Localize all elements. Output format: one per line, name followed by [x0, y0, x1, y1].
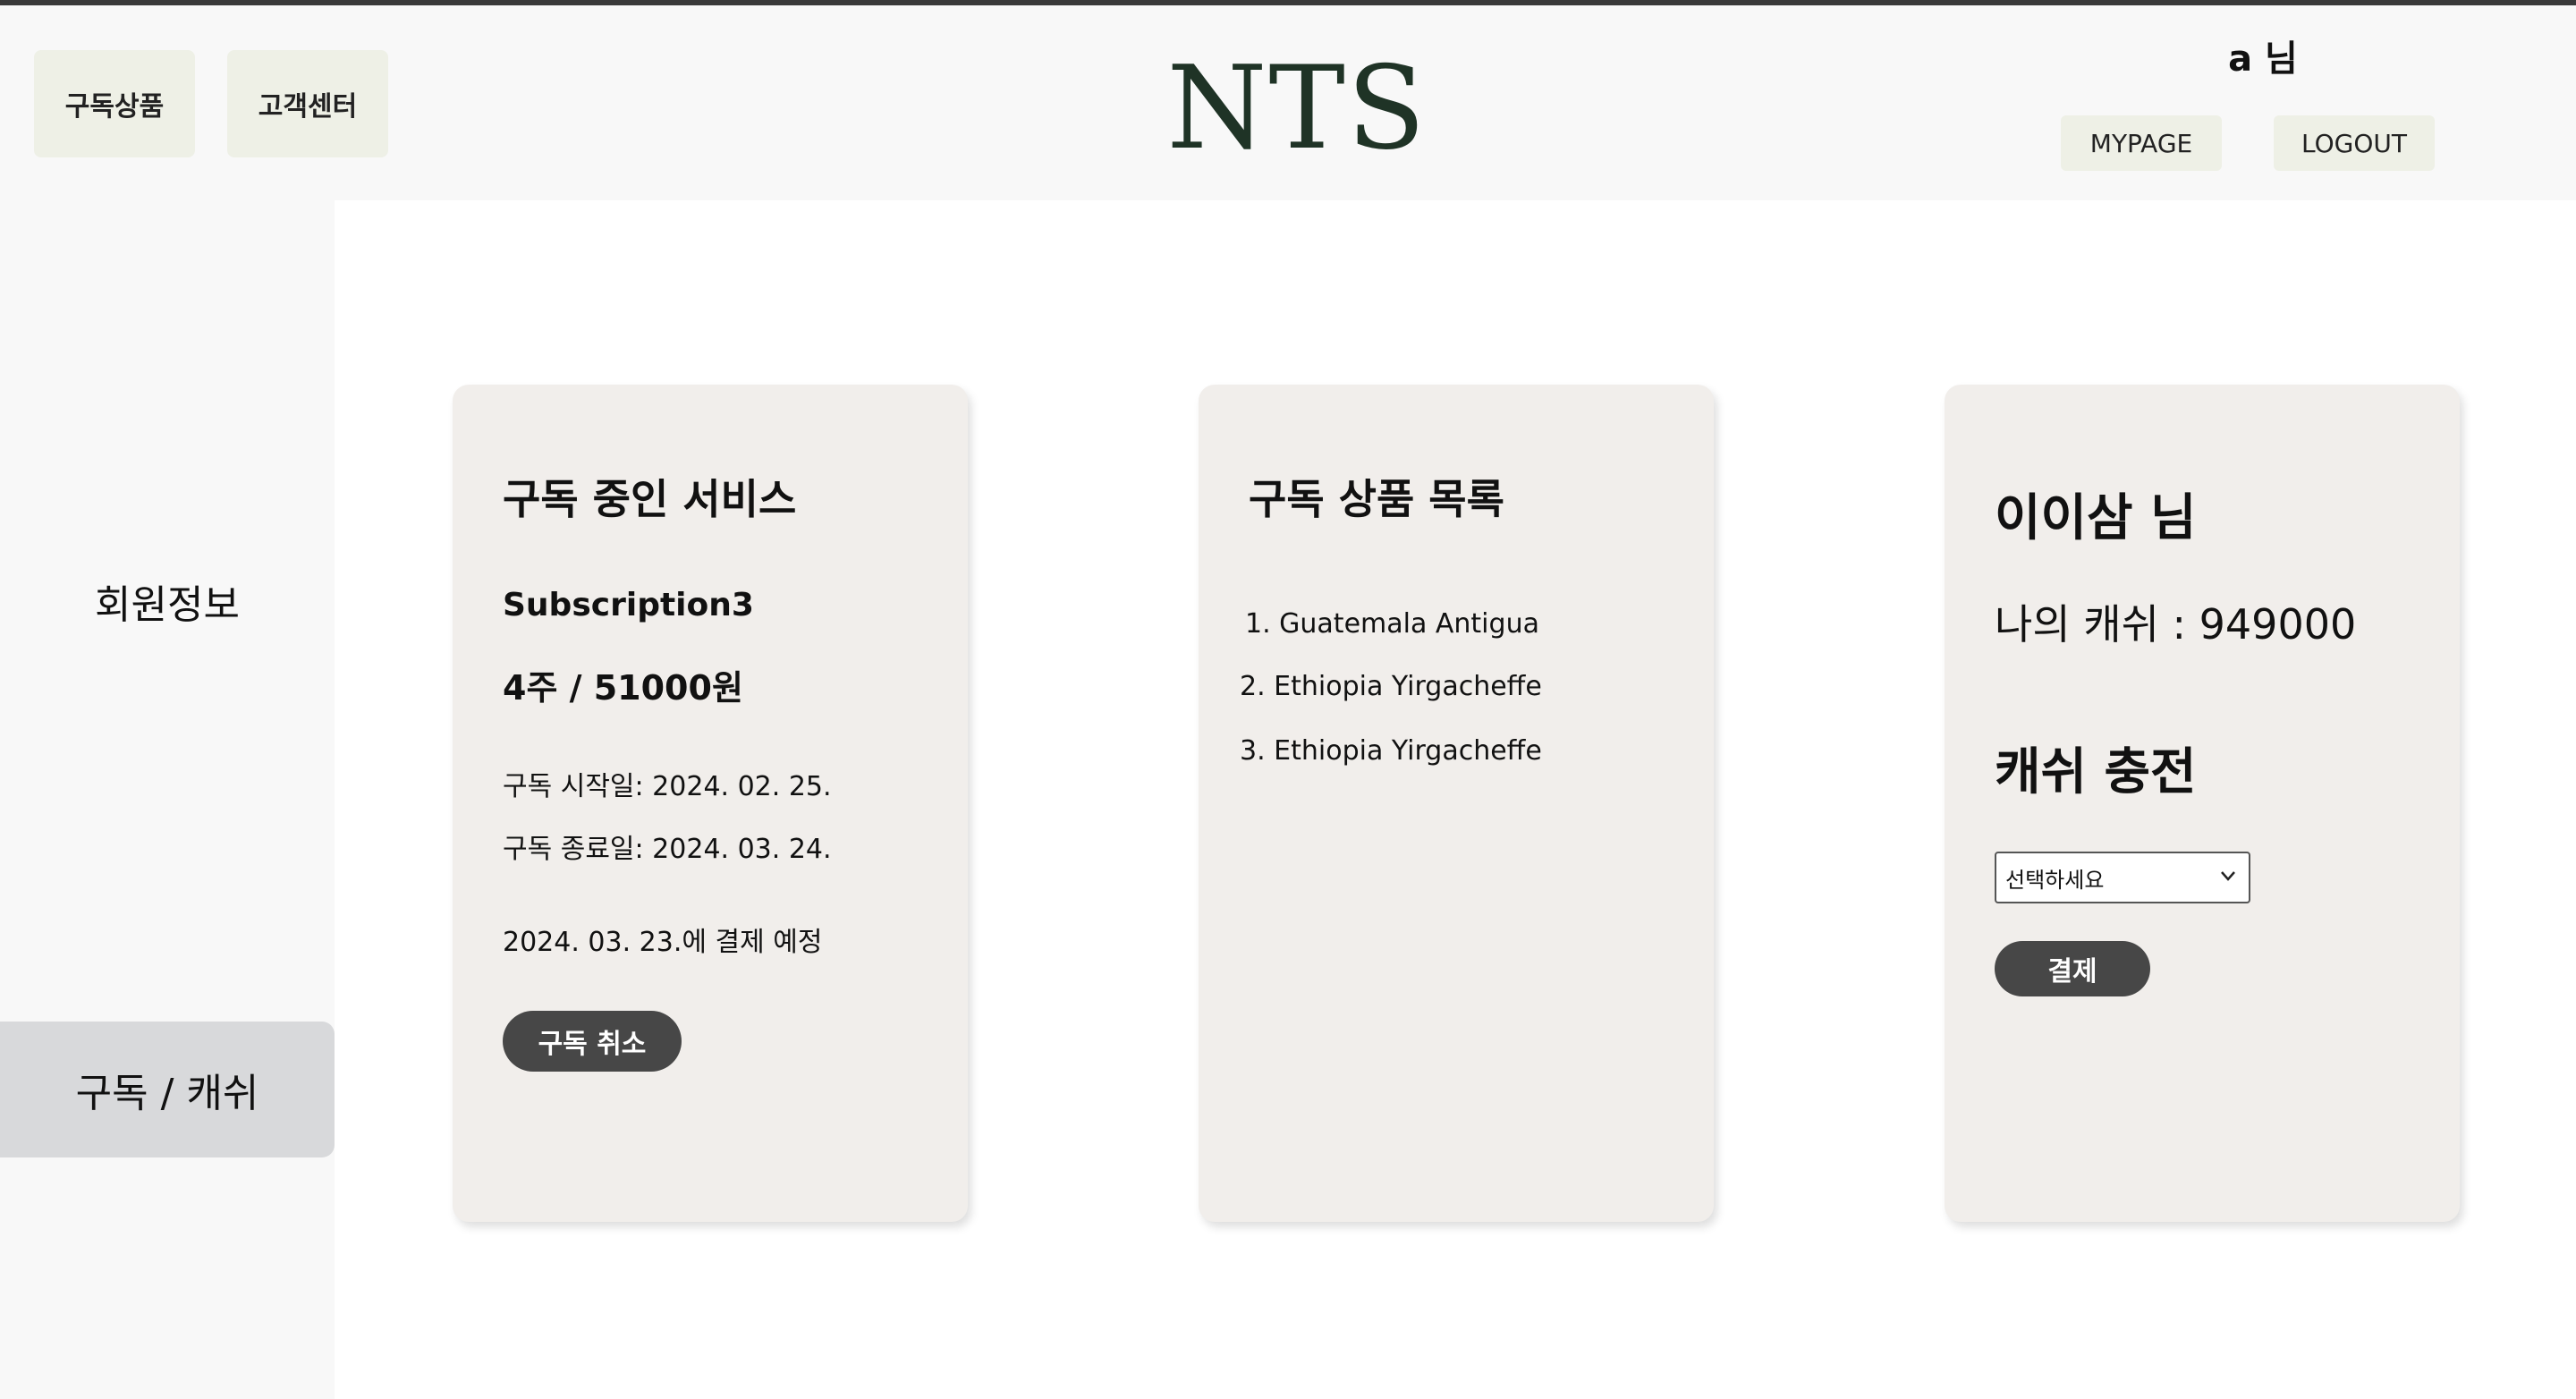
next-payment-date: 2024. 03. 23.에 결제 예정	[503, 927, 823, 958]
list-item: 2. Ethiopia Yirgacheffe	[1240, 671, 1542, 702]
logout-button[interactable]: LOGOUT	[2274, 115, 2435, 171]
pay-button[interactable]: 결제	[1995, 941, 2150, 996]
recharge-amount-select[interactable]: 선택하세요	[1995, 852, 2250, 903]
select-placeholder: 선택하세요	[2005, 867, 2105, 893]
sidebar-item-member-info[interactable]: 회원정보	[0, 558, 335, 644]
nav-subscription-products-button[interactable]: 구독상품	[34, 50, 195, 157]
sidebar-item-subscription-cash[interactable]: 구독 / 캐쉬	[0, 1022, 335, 1157]
cancel-subscription-button[interactable]: 구독 취소	[503, 1011, 682, 1072]
cash-balance: 나의 캐쉬 : 949000	[1995, 600, 2357, 649]
list-item: 1. Guatemala Antigua	[1245, 608, 1539, 640]
subscription-card: 구독 중인 서비스 Subscription3 4주 / 51000원 구독 시…	[453, 385, 968, 1222]
products-card-title: 구독 상품 목록	[1249, 475, 1504, 523]
site-header: 구독상품 고객센터 NTS a 님 MYPAGE LOGOUT	[0, 5, 2576, 200]
site-logo[interactable]: NTS	[1163, 47, 1431, 172]
chevron-down-icon	[2221, 871, 2235, 881]
list-item: 3. Ethiopia Yirgacheffe	[1240, 735, 1542, 767]
subscription-end-date: 구독 종료일: 2024. 03. 24.	[503, 834, 832, 865]
subscription-card-title: 구독 중인 서비스	[503, 475, 797, 523]
products-card: 구독 상품 목록 1. Guatemala Antigua 2. Ethiopi…	[1199, 385, 1714, 1222]
cash-card: 이이삼 님 나의 캐쉬 : 949000 캐쉬 충전 선택하세요 결제	[1945, 385, 2460, 1222]
mypage-button[interactable]: MYPAGE	[2061, 115, 2222, 171]
subscription-start-date: 구독 시작일: 2024. 02. 25.	[503, 771, 832, 802]
main-content: 구독 중인 서비스 Subscription3 4주 / 51000원 구독 시…	[335, 200, 2576, 1399]
user-greeting: a 님	[2228, 38, 2298, 80]
cash-recharge-title: 캐쉬 충전	[1995, 743, 2197, 801]
plan-price: 4주 / 51000원	[503, 668, 743, 708]
nav-customer-center-button[interactable]: 고객센터	[227, 50, 388, 157]
cash-card-username: 이이삼 님	[1995, 489, 2197, 547]
plan-name: Subscription3	[503, 587, 754, 623]
sidebar: 회원정보 구독 / 캐쉬	[0, 200, 335, 1399]
